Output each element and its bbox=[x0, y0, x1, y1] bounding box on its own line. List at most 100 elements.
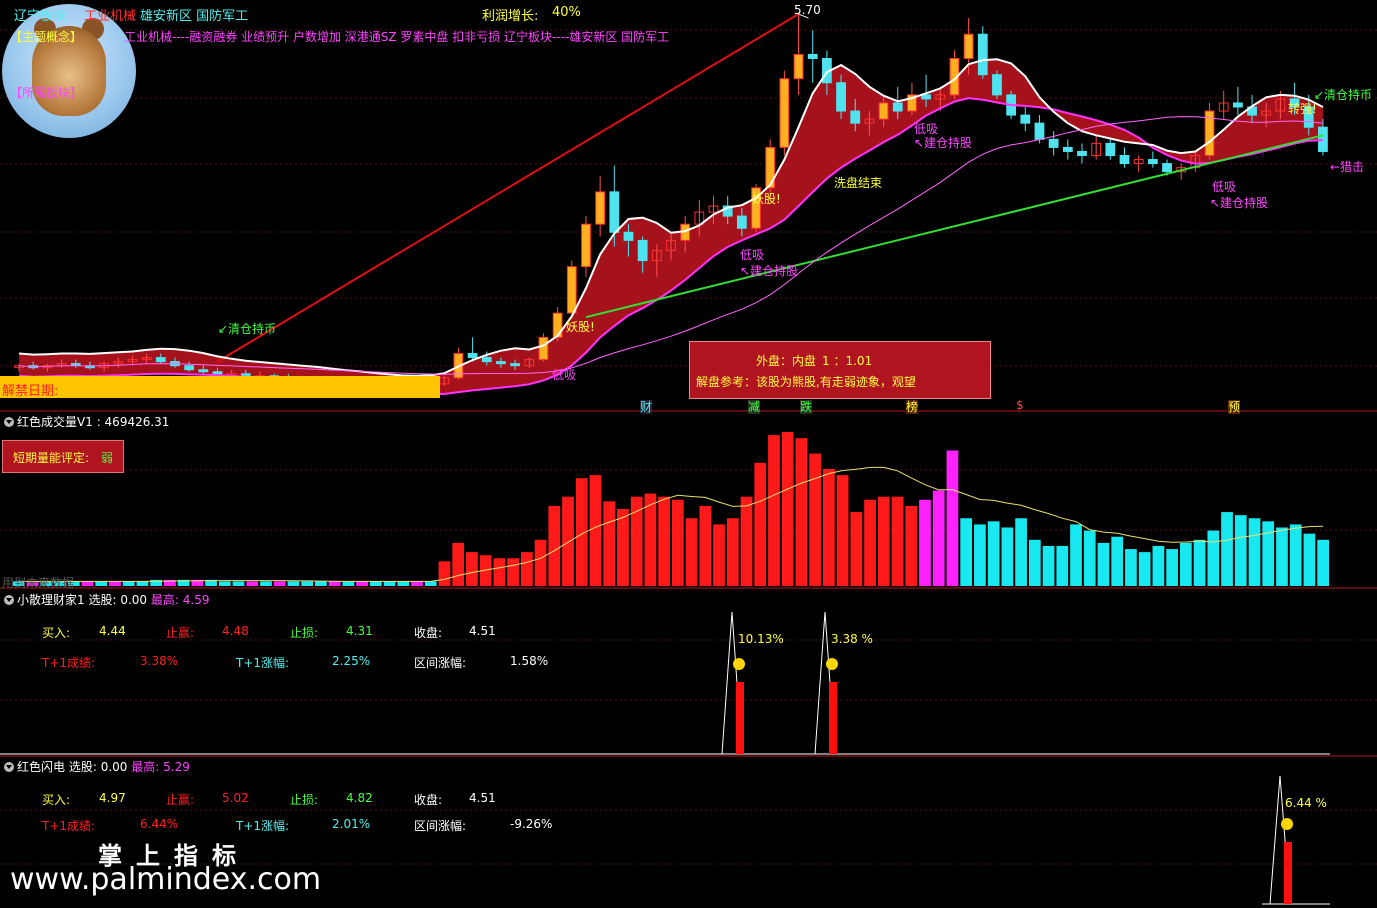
theme-tag: 【主题概念】 bbox=[10, 30, 83, 44]
collapse-icon[interactable] bbox=[4, 595, 14, 605]
panel-b-range-value: -9.26% bbox=[510, 817, 553, 831]
panel-a-tp-value: 4.48 bbox=[222, 624, 249, 638]
volume-bar bbox=[644, 493, 657, 586]
volume-bar bbox=[246, 581, 259, 586]
volume-bar bbox=[1125, 549, 1137, 586]
event-marker-jian[interactable]: 减 bbox=[748, 398, 761, 415]
candle-body bbox=[878, 102, 889, 120]
volume-bar bbox=[466, 552, 478, 586]
candle-body bbox=[623, 231, 634, 241]
volume-bar bbox=[754, 462, 767, 586]
candle-body bbox=[836, 82, 846, 112]
volume-bar bbox=[1138, 552, 1151, 586]
popup-advice: 解盘参考：该股为熊股,有走弱迹象，观望 bbox=[696, 375, 916, 389]
event-marker-yu[interactable]: 预 bbox=[1228, 398, 1241, 415]
ma-white-line bbox=[19, 58, 1324, 377]
annotation-clear-hold-1: ↙清仓持币 bbox=[218, 322, 277, 336]
event-marker-bang[interactable]: 榜 bbox=[906, 398, 919, 415]
candle-body bbox=[581, 223, 591, 268]
volume-bar bbox=[1289, 524, 1302, 586]
annotation-hunt: ←猎击 bbox=[1330, 160, 1365, 174]
volume-bar bbox=[974, 524, 986, 586]
volume-bar bbox=[987, 521, 1000, 586]
candlestick-series bbox=[14, 14, 1328, 392]
concepts[interactable]: 雄安新区 国防军工 bbox=[140, 5, 248, 24]
panel-a-title[interactable]: 小散理财家1 选股: 0.00 最高: 4.59 bbox=[4, 591, 209, 608]
volume-bar bbox=[713, 524, 725, 586]
volume-bar bbox=[1083, 530, 1096, 586]
panel-b-t1-value: 6.44% bbox=[140, 817, 179, 831]
volume-panel-title[interactable]: 红色成交量V1 : 469426.31 bbox=[4, 413, 169, 430]
profit-label: 利润增长: bbox=[482, 9, 539, 24]
volume-bar bbox=[1111, 536, 1124, 586]
candle-body bbox=[467, 353, 478, 359]
volume-bar bbox=[1070, 524, 1082, 586]
event-marker-die[interactable]: 跌 bbox=[800, 398, 813, 415]
panel-b-t1-label: T+1成绩: bbox=[42, 819, 96, 833]
volume-bar bbox=[1056, 545, 1069, 586]
volume-bar bbox=[1317, 539, 1329, 586]
panel-b-t1c-label: T+1涨幅: bbox=[236, 819, 290, 833]
volume-bar bbox=[1001, 527, 1014, 586]
theme-line: 工业机械----融资融券 业绩预升 户数增加 深港通SZ 罗素中盘 扣非亏损 辽… bbox=[124, 30, 670, 44]
volume-bar bbox=[740, 496, 753, 586]
collapse-icon[interactable] bbox=[4, 417, 14, 427]
volume-bar bbox=[301, 581, 314, 586]
volume-bar bbox=[1276, 527, 1288, 586]
volume-bar bbox=[850, 512, 863, 586]
volume-rating-label: 短期量能评定: bbox=[13, 451, 90, 465]
volume-bar bbox=[260, 581, 272, 586]
sector-hot[interactable]: 工业机械 bbox=[84, 5, 136, 24]
candle-body bbox=[1105, 142, 1116, 156]
event-marker-dollar[interactable]: $ bbox=[1016, 398, 1024, 412]
annotation-wash-end: 洗盘结束 bbox=[834, 176, 883, 190]
panel-b-tp-value: 5.02 bbox=[222, 791, 249, 805]
panel-a-range-label: 区间涨幅: bbox=[414, 656, 467, 670]
panel-a-sl-label: 止损: bbox=[290, 626, 319, 640]
volume-bar bbox=[424, 581, 437, 586]
candle-body bbox=[1048, 138, 1059, 148]
volume-bar bbox=[548, 505, 561, 586]
volume-bar bbox=[287, 581, 300, 586]
panel-b-tp-label: 止赢: bbox=[166, 793, 195, 807]
volume-bar bbox=[95, 581, 108, 586]
candle-body bbox=[566, 266, 577, 314]
panel-a-tp-label: 止赢: bbox=[166, 626, 195, 640]
candle-body bbox=[538, 336, 549, 361]
panel-b-signal-1-smiley-icon bbox=[1281, 818, 1293, 830]
volume-bar bbox=[781, 432, 794, 586]
order-flow-popup[interactable]: 外盘：内盘 1 ：1.01 解盘参考：该股为熊股,有走弱迹象，观望 bbox=[689, 341, 991, 399]
candle-body bbox=[552, 312, 563, 338]
candle-body bbox=[850, 110, 861, 124]
panel-b-sl-value: 4.82 bbox=[346, 791, 373, 805]
trend-band-fill bbox=[19, 59, 1323, 395]
volume-bar bbox=[493, 558, 506, 586]
panel-b-signal-1-bar bbox=[1284, 842, 1292, 904]
stock-chart-canvas[interactable] bbox=[0, 0, 1377, 908]
volume-bar bbox=[411, 581, 423, 586]
volume-bar bbox=[946, 450, 959, 586]
event-marker-cai[interactable]: 财 bbox=[640, 398, 653, 415]
volume-bar bbox=[397, 581, 410, 586]
volume-bar bbox=[328, 581, 341, 586]
candle-body bbox=[1062, 146, 1073, 152]
candle-body bbox=[155, 357, 166, 363]
volume-bar bbox=[795, 438, 808, 586]
volume-bar bbox=[356, 581, 368, 586]
volume-bar bbox=[562, 496, 574, 586]
lift-date-label: 解禁日期: bbox=[2, 384, 59, 399]
sector-main[interactable]: 辽宁板块 bbox=[14, 5, 66, 24]
volume-bar bbox=[1028, 539, 1041, 586]
future-data-note: 用到未来数据 bbox=[2, 576, 75, 590]
panel-b-sl-label: 止损: bbox=[290, 793, 319, 807]
annotation-demon-2: 妖股! bbox=[752, 192, 781, 206]
panel-b-buy-value: 4.97 bbox=[99, 791, 126, 805]
volume-bar bbox=[1179, 542, 1192, 586]
collapse-icon[interactable] bbox=[4, 762, 14, 772]
profit-value: 40% bbox=[552, 5, 581, 20]
volume-bar bbox=[589, 475, 602, 586]
panel-b-title[interactable]: 红色闪电 选股: 0.00 最高: 5.29 bbox=[4, 758, 190, 775]
annotation-turn-strong: 转强! bbox=[1288, 102, 1317, 116]
panel-a-close-value: 4.51 bbox=[469, 624, 496, 638]
panel-a-t1c-label: T+1涨幅: bbox=[236, 656, 290, 670]
